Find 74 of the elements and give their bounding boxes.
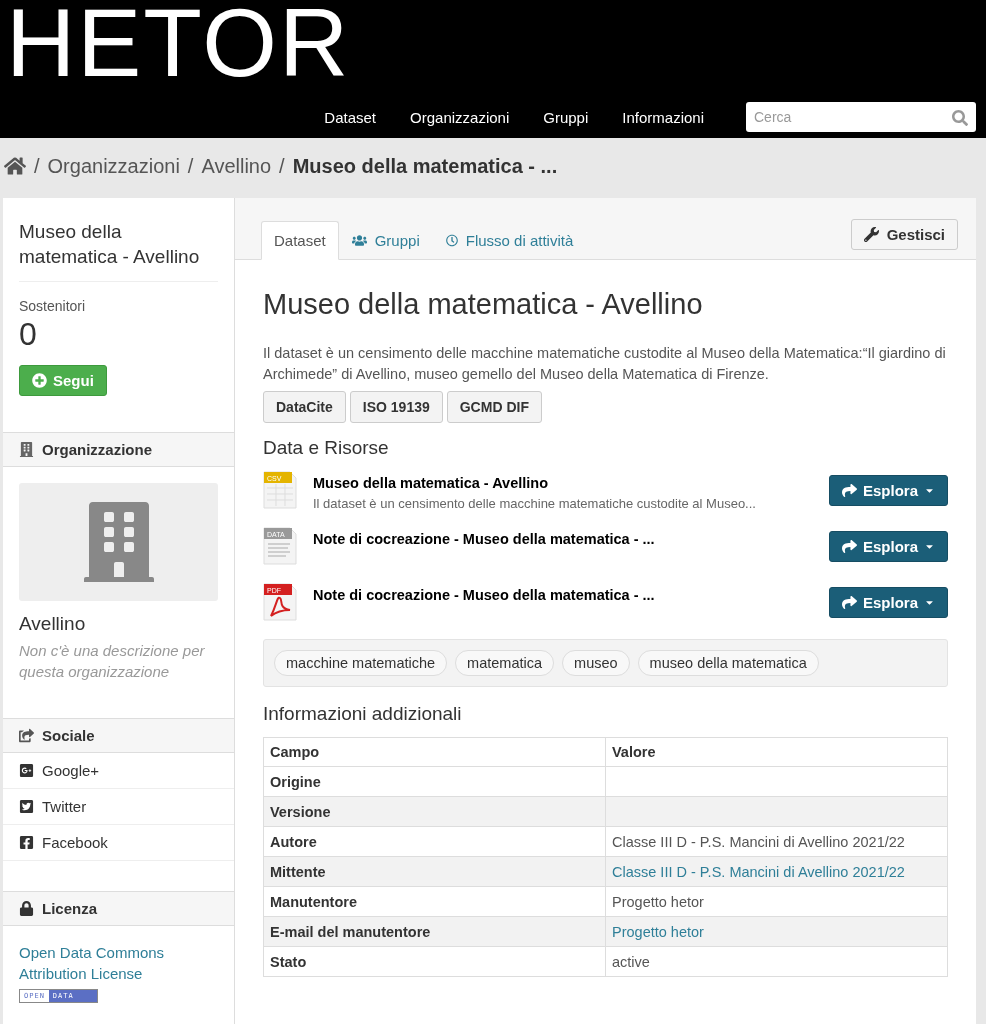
twitter-icon xyxy=(19,798,34,814)
export-button[interactable]: ISO 19139 xyxy=(349,391,443,424)
google-plus-icon xyxy=(19,762,34,778)
section-title: Informazioni addizionali xyxy=(263,703,463,726)
clock-icon xyxy=(445,233,458,248)
export-button[interactable]: DataCite xyxy=(263,391,346,424)
nav-link[interactable]: Dataset xyxy=(324,108,377,126)
nav-link[interactable]: Organizzazioni xyxy=(410,108,510,126)
explore-button[interactable]: Esplora xyxy=(828,587,948,619)
plus-icon xyxy=(32,373,47,389)
resource-title[interactable]: Note di cocreazione - Museo della matematica - ... xyxy=(313,587,813,604)
table-cell: Mittente xyxy=(263,856,606,887)
table-cell: Progetto hetor xyxy=(612,893,704,910)
tab[interactable]: Flusso di attività xyxy=(432,221,587,260)
facebook-icon xyxy=(19,834,34,850)
tab[interactable]: Dataset xyxy=(261,221,339,260)
breadcrumb-link[interactable]: Avellino xyxy=(201,154,272,178)
social-link[interactable]: Twitter xyxy=(3,788,234,825)
explore-button[interactable]: Esplora xyxy=(828,475,948,507)
table-cell: Classe III D - P.S. Mancini di Avellino 2021/22 xyxy=(612,833,905,850)
search-field[interactable]: Cerca xyxy=(746,102,976,132)
breadcrumb-separator: / xyxy=(187,154,194,178)
tab[interactable]: Gruppi xyxy=(338,221,433,260)
resource-title[interactable]: Note di cocreazione - Museo della matematica - ... xyxy=(313,531,813,548)
tag[interactable]: macchine matematiche xyxy=(274,650,448,677)
followers-count: 0 xyxy=(19,316,38,354)
manage-button[interactable]: Gestisci xyxy=(850,219,958,250)
share-arrow-icon xyxy=(841,483,857,499)
column-header: Valore xyxy=(605,737,948,767)
share-icon xyxy=(19,727,34,743)
dataset-title: Museo della matematica - Avellino xyxy=(263,288,704,321)
organization-name: Avellino xyxy=(19,613,87,636)
breadcrumb-separator: / xyxy=(279,154,285,178)
organization-title: Museo della matematica - Avellino xyxy=(19,220,218,283)
home-icon[interactable] xyxy=(4,155,26,177)
building-icon xyxy=(19,442,34,458)
table-cell: Manutentore xyxy=(263,886,606,917)
table-cell: Origine xyxy=(263,766,606,797)
table-cell: Autore xyxy=(263,826,606,857)
breadcrumb-link[interactable]: Organizzazioni xyxy=(47,154,180,178)
breadcrumb-link[interactable]: Museo della matematica - ... xyxy=(292,154,558,178)
tag[interactable]: museo xyxy=(562,650,630,677)
site-logo[interactable]: HETOR xyxy=(6,0,351,86)
lock-icon xyxy=(19,900,34,916)
wrench-icon xyxy=(863,227,879,242)
resource-description: Il dataset è un censimento delle macchine matematiche custodite al Museo... xyxy=(313,496,757,512)
nav-link[interactable]: Informazioni xyxy=(622,108,704,126)
share-arrow-icon xyxy=(841,595,857,611)
section-heading: Sociale xyxy=(3,717,234,753)
dataset-description: Il dataset è un censimento delle macchine matematiche custodite al Museo della Matematica:“Il giardino di Archimede” di Avellino, museo gemello del Museo della Matematica di Firenze. xyxy=(263,344,947,384)
explore-button[interactable]: Esplora xyxy=(828,531,948,563)
section-heading: Organizzazione xyxy=(3,432,234,468)
resource-title[interactable]: Museo della matematica - Avellino xyxy=(313,475,813,492)
value-link[interactable]: Progetto hetor xyxy=(612,923,704,940)
table-cell: Versione xyxy=(263,796,606,827)
social-link[interactable]: Google+ xyxy=(3,752,234,789)
section-title: Data e Risorse xyxy=(263,437,390,460)
nav-link[interactable]: Gruppi xyxy=(543,108,589,126)
section-heading: Licenza xyxy=(3,890,234,926)
column-header: Campo xyxy=(263,737,606,767)
table-cell: active xyxy=(612,953,650,970)
tag[interactable]: matematica xyxy=(455,650,555,677)
social-link[interactable]: Facebook xyxy=(3,824,234,861)
table-cell: E-mail del manutentore xyxy=(263,916,606,947)
organization-description: Non c'è una descrizione per questa organizzazione xyxy=(19,641,206,682)
search-icon[interactable] xyxy=(952,110,968,126)
share-arrow-icon xyxy=(841,539,857,555)
followers-label: Sostenitori xyxy=(19,298,87,315)
table-cell: Stato xyxy=(263,946,606,977)
license-link[interactable]: Open Data Commons Attribution License xyxy=(19,941,218,984)
users-icon xyxy=(351,233,367,248)
tag[interactable]: museo della matematica xyxy=(637,650,819,677)
breadcrumb-separator: / xyxy=(34,154,40,178)
export-button[interactable]: GCMD DIF xyxy=(446,391,542,424)
